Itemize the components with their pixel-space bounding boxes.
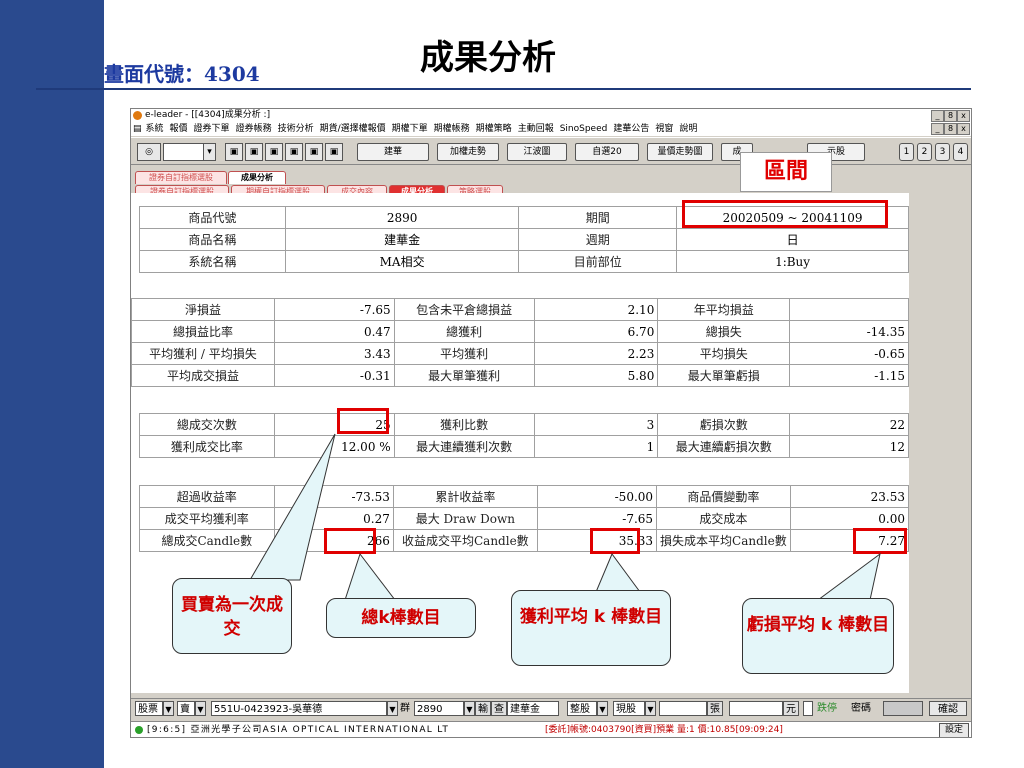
pointer-one-trade (249, 433, 336, 581)
callout-profit-avg-k: 獲利平均 k 棒數目 (511, 590, 671, 666)
callout-total-k: 總k棒數目 (326, 598, 476, 638)
pointer-profit-k (595, 552, 641, 593)
callout-loss-avg-k: 虧損平均 k 棒數目 (742, 598, 894, 674)
pointer-total-k (344, 552, 397, 601)
pointer-loss-k (816, 552, 881, 601)
callout-one-trade: 買賣為一次成交 (172, 578, 292, 654)
